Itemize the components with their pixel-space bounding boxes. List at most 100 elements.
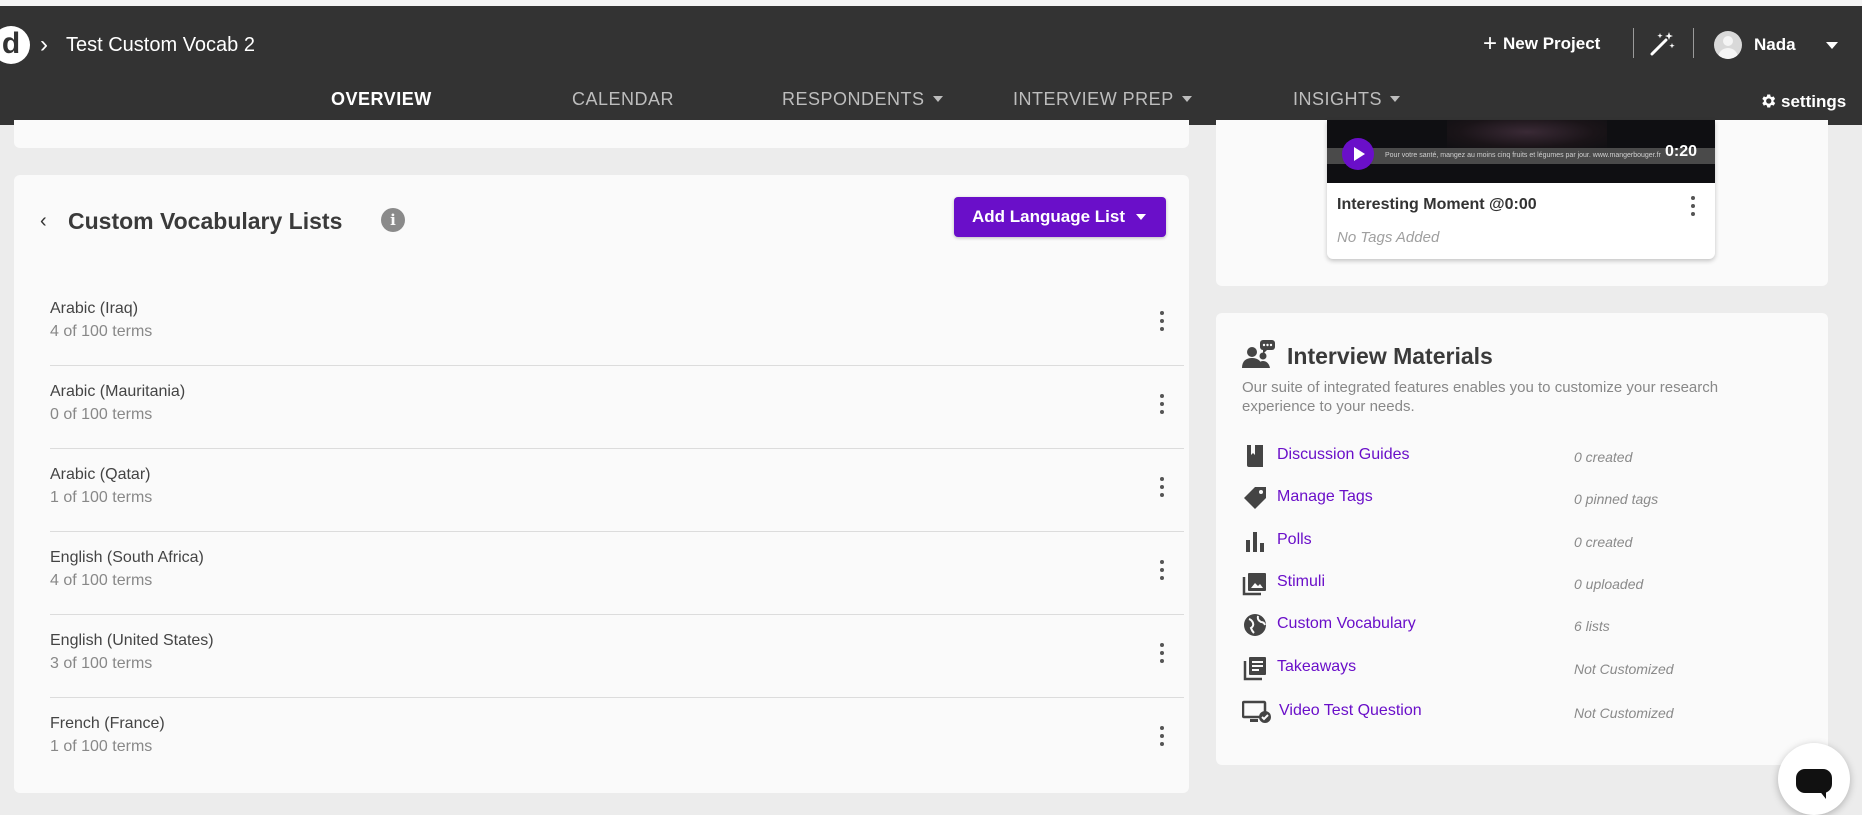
tag-icon bbox=[1244, 487, 1266, 509]
material-link[interactable]: Discussion Guides bbox=[1277, 445, 1410, 465]
video-thumbnail[interactable]: Pour votre santé, mangez au moins cinq f… bbox=[1327, 120, 1715, 183]
info-icon[interactable]: i bbox=[381, 208, 405, 232]
list-item[interactable]: Arabic (Mauritania) 0 of 100 terms bbox=[50, 366, 1184, 449]
previous-card-bottom bbox=[14, 120, 1189, 148]
material-status: 0 pinned tags bbox=[1574, 491, 1659, 507]
logo-icon[interactable]: d bbox=[0, 26, 30, 64]
material-link[interactable]: Takeaways bbox=[1277, 657, 1356, 677]
chat-support-button[interactable] bbox=[1778, 743, 1850, 815]
user-menu-caret-icon[interactable] bbox=[1826, 42, 1838, 49]
tab-interview-prep-label: INTERVIEW PREP bbox=[1013, 89, 1174, 109]
interesting-moments-card: Pour votre santé, mangez au moins cinq f… bbox=[1216, 120, 1828, 286]
video-frame bbox=[1447, 120, 1607, 150]
globe-icon bbox=[1244, 614, 1266, 636]
list-item[interactable]: French (France) 1 of 100 terms bbox=[50, 698, 1184, 781]
material-status: 0 created bbox=[1574, 449, 1633, 465]
material-status: 0 created bbox=[1574, 534, 1633, 550]
more-options-icon[interactable] bbox=[1152, 641, 1172, 665]
list-name: English (South Africa) bbox=[50, 549, 204, 566]
more-options-icon[interactable] bbox=[1683, 194, 1703, 218]
material-link[interactable]: Manage Tags bbox=[1277, 487, 1373, 507]
tab-calendar[interactable]: CALENDAR bbox=[572, 86, 674, 112]
video-caption: Pour votre santé, mangez au moins cinq f… bbox=[1385, 152, 1661, 159]
list-term-count: 3 of 100 terms bbox=[50, 655, 153, 672]
chat-bubble-icon bbox=[1796, 769, 1832, 793]
new-project-button[interactable]: + New Project bbox=[1483, 30, 1600, 58]
list-term-count: 4 of 100 terms bbox=[50, 323, 153, 340]
people-chat-icon bbox=[1242, 340, 1275, 368]
material-row-stimuli: Stimuli 0 uploaded bbox=[1242, 568, 1802, 598]
material-link[interactable]: Custom Vocabulary bbox=[1277, 614, 1416, 634]
tab-respondents[interactable]: RESPONDENTS bbox=[782, 86, 943, 112]
moment-tags: No Tags Added bbox=[1337, 229, 1440, 246]
user-name[interactable]: Nada bbox=[1754, 32, 1796, 58]
material-status: Not Customized bbox=[1574, 661, 1674, 677]
material-link[interactable]: Stimuli bbox=[1277, 572, 1325, 592]
card-title: Interview Materials bbox=[1287, 343, 1493, 369]
magic-wand-icon[interactable] bbox=[1648, 30, 1676, 58]
material-link[interactable]: Polls bbox=[1277, 530, 1312, 550]
more-options-icon[interactable] bbox=[1152, 558, 1172, 582]
bar-chart-icon bbox=[1246, 532, 1264, 552]
tab-insights-label: INSIGHTS bbox=[1293, 89, 1383, 109]
new-project-label: New Project bbox=[1503, 34, 1601, 53]
play-icon[interactable] bbox=[1342, 138, 1374, 170]
card-title: Custom Vocabulary Lists bbox=[68, 208, 343, 234]
list-term-count: 1 of 100 terms bbox=[50, 738, 153, 755]
project-title[interactable]: Test Custom Vocab 2 bbox=[66, 32, 255, 58]
list-name: Arabic (Iraq) bbox=[50, 300, 139, 317]
vocabulary-list: Arabic (Iraq) 4 of 100 terms Arabic (Mau… bbox=[50, 283, 1184, 781]
material-row-custom-vocabulary: Custom Vocabulary 6 lists bbox=[1242, 610, 1802, 640]
material-row-manage-tags: Manage Tags 0 pinned tags bbox=[1242, 483, 1802, 513]
tab-overview[interactable]: OVERVIEW bbox=[331, 86, 432, 112]
book-icon bbox=[1247, 445, 1263, 467]
material-link[interactable]: Video Test Question bbox=[1279, 701, 1422, 721]
app-header: d › Test Custom Vocab 2 + New Project Nad… bbox=[0, 6, 1862, 130]
material-status: 0 uploaded bbox=[1574, 576, 1644, 592]
moment-title: Interesting Moment @0:00 bbox=[1337, 196, 1537, 213]
material-status: Not Customized bbox=[1574, 705, 1674, 721]
breadcrumb-chevron-icon: › bbox=[40, 31, 48, 58]
list-item[interactable]: Arabic (Iraq) 4 of 100 terms bbox=[50, 283, 1184, 366]
settings-label: settings bbox=[1781, 92, 1847, 111]
document-list-icon bbox=[1243, 657, 1266, 681]
list-item[interactable]: English (South Africa) 4 of 100 terms bbox=[50, 532, 1184, 615]
caret-down-icon bbox=[1181, 96, 1192, 102]
plus-icon: + bbox=[1483, 30, 1498, 57]
more-options-icon[interactable] bbox=[1152, 724, 1172, 748]
settings-button[interactable]: settings bbox=[1759, 91, 1846, 113]
add-language-list-label: Add Language List bbox=[972, 207, 1125, 226]
more-options-icon[interactable] bbox=[1152, 392, 1172, 416]
list-item[interactable]: English (United States) 3 of 100 terms bbox=[50, 615, 1184, 698]
caret-down-icon bbox=[1390, 96, 1401, 102]
list-name: Arabic (Qatar) bbox=[50, 466, 151, 483]
back-chevron-icon[interactable]: ‹ bbox=[40, 209, 47, 233]
monitor-check-icon bbox=[1242, 700, 1271, 723]
list-name: French (France) bbox=[50, 715, 165, 732]
material-row-video-test-question: Video Test Question Not Customized bbox=[1242, 697, 1802, 727]
list-item[interactable]: Arabic (Qatar) 1 of 100 terms bbox=[50, 449, 1184, 532]
image-icon bbox=[1242, 573, 1266, 596]
caret-down-icon bbox=[932, 96, 943, 102]
list-name: English (United States) bbox=[50, 632, 214, 649]
custom-vocabulary-card: ‹ Custom Vocabulary Lists i Add Language… bbox=[14, 175, 1189, 793]
material-row-discussion-guides: Discussion Guides 0 created bbox=[1242, 441, 1802, 471]
material-row-takeaways: Takeaways Not Customized bbox=[1242, 653, 1802, 683]
interview-materials-card: Interview Materials Our suite of integra… bbox=[1216, 313, 1828, 765]
avatar[interactable] bbox=[1714, 31, 1742, 59]
material-row-polls: Polls 0 created bbox=[1242, 526, 1802, 556]
video-duration: 0:20 bbox=[1664, 143, 1697, 160]
material-status: 6 lists bbox=[1574, 618, 1610, 634]
tab-insights[interactable]: INSIGHTS bbox=[1293, 86, 1401, 112]
card-description: Our suite of integrated features enables… bbox=[1242, 379, 1719, 415]
tab-interview-prep[interactable]: INTERVIEW PREP bbox=[1013, 86, 1192, 112]
gear-icon bbox=[1762, 94, 1776, 108]
header-divider bbox=[1633, 28, 1634, 58]
add-language-list-button[interactable]: Add Language List bbox=[954, 197, 1166, 237]
more-options-icon[interactable] bbox=[1152, 309, 1172, 333]
more-options-icon[interactable] bbox=[1152, 475, 1172, 499]
tab-respondents-label: RESPONDENTS bbox=[782, 89, 925, 109]
moment-tile[interactable]: Pour votre santé, mangez au moins cinq f… bbox=[1327, 120, 1715, 259]
list-term-count: 1 of 100 terms bbox=[50, 489, 153, 506]
caret-down-icon bbox=[1136, 214, 1146, 220]
